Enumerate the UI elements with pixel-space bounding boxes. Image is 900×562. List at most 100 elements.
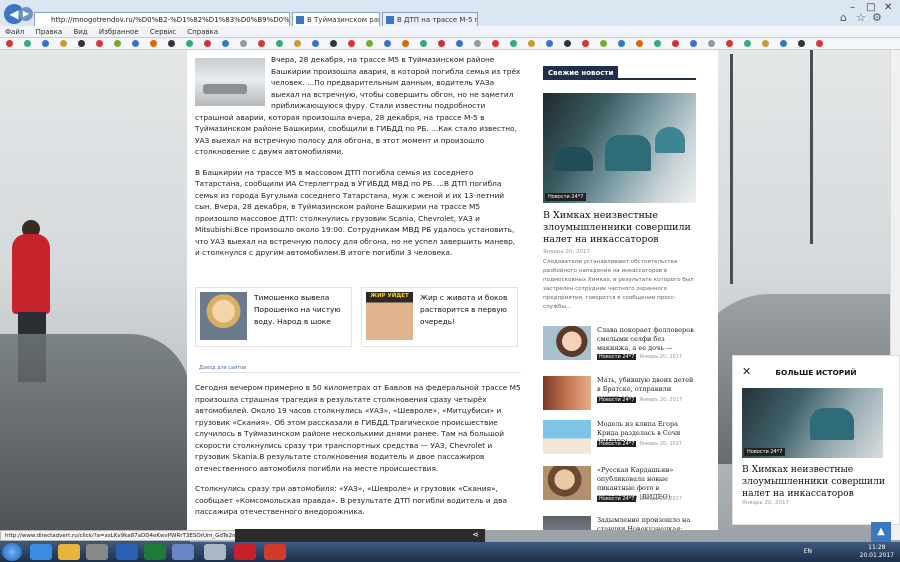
fav-site-icon[interactable] [420,40,427,47]
app-taskbar-icon[interactable] [86,544,108,560]
menu-view[interactable]: Вид [73,28,87,36]
fav-site-icon[interactable] [708,40,715,47]
fav-site-icon[interactable] [456,40,463,47]
fav-site-icon[interactable] [528,40,535,47]
fav-site-icon[interactable] [258,40,265,47]
related-image-caption: ЖИР УЙДЕТ [370,293,409,299]
more-stories-title[interactable]: В Химках неизвестные злоумышленники сове… [742,464,892,500]
share-icon[interactable]: ⋖ [472,530,479,539]
fav-site-icon[interactable] [618,40,625,47]
favorites-bar [0,38,900,50]
fav-site-icon[interactable] [348,40,355,47]
scroll-to-top-button[interactable]: ▲ [871,522,891,542]
fav-site-icon[interactable] [222,40,229,47]
folder-taskbar-icon[interactable] [58,544,80,560]
more-stories-heading: БОЛЬШЕ ИСТОРИЙ [775,368,857,377]
sidebar-news-item[interactable]: Мать, убившую двоих детей в Братске, отп… [543,376,696,418]
favorites-star-icon[interactable]: ☆ [856,11,866,24]
fav-site-icon[interactable] [402,40,409,47]
pdf-taskbar-icon[interactable] [234,544,256,560]
fav-site-icon[interactable] [762,40,769,47]
category-badge[interactable]: Новости 24*7 [545,193,587,201]
fav-site-icon[interactable] [672,40,679,47]
minimize-icon[interactable]: – [850,2,855,13]
menu-help[interactable]: Справка [187,28,218,36]
fav-site-icon[interactable] [474,40,481,47]
fav-site-icon[interactable] [564,40,571,47]
article-paragraph: В Башкирии на трассе М5 в массовом ДТП п… [195,167,516,258]
menu-favorites[interactable]: Избранное [99,28,139,36]
excel-taskbar-icon[interactable] [144,544,166,560]
sidebar-news-item[interactable]: Задымление произошло на станции Новокузн… [543,516,696,530]
clock-time: 11:28 [868,544,886,551]
fav-site-icon[interactable] [726,40,733,47]
fav-site-icon[interactable] [78,40,85,47]
fav-site-icon[interactable] [204,40,211,47]
word-taskbar-icon[interactable] [116,544,138,560]
fav-site-icon[interactable] [582,40,589,47]
related-card[interactable]: Тимошенко вывела Порошенко на чистую вод… [195,287,352,347]
fav-site-icon[interactable] [114,40,121,47]
fav-site-icon[interactable] [798,40,805,47]
fav-site-icon[interactable] [24,40,31,47]
fav-site-icon[interactable] [780,40,787,47]
fav-site-icon[interactable] [636,40,643,47]
menu-tools[interactable]: Сервис [150,28,176,36]
fav-site-icon[interactable] [366,40,373,47]
language-indicator[interactable]: EN [804,548,812,555]
fav-site-icon[interactable] [186,40,193,47]
fav-site-icon[interactable] [654,40,661,47]
share-bar[interactable]: ⋖ [235,529,485,542]
fav-site-icon[interactable] [168,40,175,47]
app-taskbar-icon[interactable] [264,544,286,560]
fav-site-icon[interactable] [384,40,391,47]
menu-edit[interactable]: Правка [36,28,63,36]
ie-taskbar-icon[interactable] [30,544,52,560]
start-button[interactable] [2,543,22,561]
fav-site-icon[interactable] [150,40,157,47]
app-taskbar-icon[interactable] [172,544,194,560]
fav-site-icon[interactable] [816,40,823,47]
news-meta: Новости 24*7 Январь 20, 2017 [597,441,682,447]
category-badge[interactable]: Новости 24*7 [597,397,637,403]
fav-site-icon[interactable] [6,40,13,47]
fav-site-icon[interactable] [276,40,283,47]
fav-site-icon[interactable] [690,40,697,47]
menu-file[interactable]: Файл [5,28,24,36]
close-icon[interactable]: ✕ [742,365,751,378]
fav-site-icon[interactable] [510,40,517,47]
fav-site-icon[interactable] [132,40,139,47]
fav-site-icon[interactable] [96,40,103,47]
sidebar-news-item[interactable]: Модель из клипа Егора Крида разделась в … [543,420,696,462]
fav-site-icon[interactable] [240,40,247,47]
forward-icon[interactable]: ▶ [19,7,33,21]
category-badge[interactable]: Новости 24*7 [597,354,637,360]
sidebar-hero-title[interactable]: В Химках неизвестные злоумышленники сове… [543,210,696,246]
more-stories-image[interactable]: Новости 24*7 [742,388,883,458]
sidebar-news-item[interactable]: Слава покорает фолловеров смелыми селфи … [543,326,696,368]
category-badge[interactable]: Новости 24*7 [597,496,637,502]
app-taskbar-icon[interactable] [204,544,226,560]
news-title: Задымление произошло на станции Новокузн… [597,516,691,530]
fav-site-icon[interactable] [600,40,607,47]
fav-site-icon[interactable] [744,40,751,47]
fav-site-icon[interactable] [438,40,445,47]
maximize-icon[interactable]: □ [866,2,875,13]
fav-site-icon[interactable] [42,40,49,47]
sidebar-news-item[interactable]: «Русская Кардашьян» опубликовала новые п… [543,466,696,508]
close-window-icon[interactable]: ✕ [884,2,892,13]
fav-site-icon[interactable] [330,40,337,47]
category-badge[interactable]: Новости 24*7 [744,448,786,456]
sidebar-hero-image[interactable]: Новости 24*7 [543,93,696,203]
article-thumbnail[interactable] [195,58,265,106]
ads-label[interactable]: Довод для сайтов [199,365,521,373]
clock[interactable]: 11:28 20.01.2017 [860,544,894,560]
related-card[interactable]: ЖИР УЙДЕТ Жир с живота и боков растворит… [361,287,518,347]
fav-site-icon[interactable] [60,40,67,47]
fav-site-icon[interactable] [492,40,499,47]
home-icon[interactable]: ⌂ [840,11,847,24]
category-badge[interactable]: Новости 24*7 [597,441,637,447]
fav-site-icon[interactable] [294,40,301,47]
fav-site-icon[interactable] [312,40,319,47]
fav-site-icon[interactable] [546,40,553,47]
